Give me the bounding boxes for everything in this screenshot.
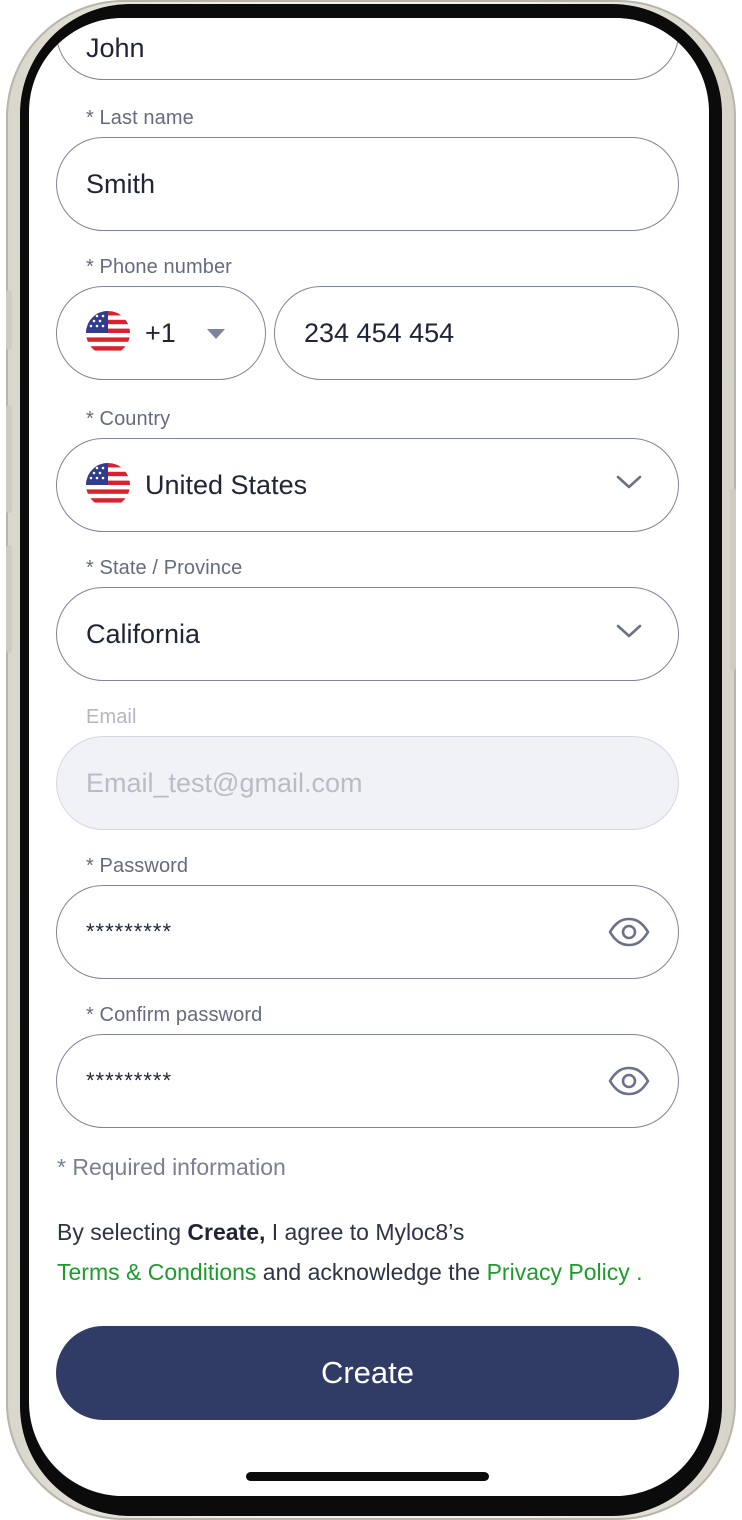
- privacy-policy-link[interactable]: Privacy Policy .: [487, 1259, 643, 1285]
- action-side-button: [6, 290, 12, 350]
- first-name-field[interactable]: John: [56, 18, 679, 80]
- state-label: * State / Province: [86, 557, 243, 579]
- eye-icon[interactable]: [608, 1066, 650, 1096]
- volume-up-button: [6, 405, 12, 513]
- signup-screen: John * Last name Smith * Phone number +1: [29, 18, 709, 1496]
- terms-prefix: By selecting: [57, 1219, 188, 1245]
- country-label: * Country: [86, 408, 171, 430]
- terms-conditions-link[interactable]: Terms & Conditions: [57, 1259, 256, 1285]
- confirm-password-input[interactable]: *********: [56, 1034, 679, 1128]
- country-select[interactable]: United States: [56, 438, 679, 532]
- eye-icon[interactable]: [608, 917, 650, 947]
- caret-down-icon: [207, 329, 225, 339]
- password-input[interactable]: *********: [56, 885, 679, 979]
- country-value: United States: [145, 469, 308, 500]
- terms-and-text: and acknowledge the: [256, 1259, 487, 1285]
- email-value: Email_test@gmail.com: [86, 767, 363, 798]
- us-flag-icon: [86, 311, 130, 355]
- terms-middle: I agree to Myloc8’s: [265, 1219, 465, 1245]
- last-name-value: Smith: [86, 168, 156, 199]
- us-flag-icon: [86, 463, 130, 507]
- last-name-label: * Last name: [86, 107, 194, 129]
- email-label: Email: [86, 706, 137, 728]
- phone-number-value: 234 454 454: [304, 317, 455, 348]
- home-indicator: [246, 1472, 489, 1481]
- confirm-password-label: * Confirm password: [86, 1004, 263, 1026]
- volume-down-button: [6, 545, 12, 653]
- first-name-value: John: [86, 32, 145, 63]
- create-button[interactable]: Create: [56, 1326, 679, 1420]
- country-code-value: +1: [145, 317, 176, 348]
- password-value: *********: [86, 919, 173, 944]
- terms-create-word: Create,: [187, 1219, 266, 1245]
- required-info-note: * Required information: [57, 1154, 286, 1180]
- phone-number-label: * Phone number: [86, 256, 232, 278]
- chevron-down-icon: [616, 624, 642, 638]
- chevron-down-icon: [616, 475, 642, 489]
- phone-number-input[interactable]: 234 454 454: [274, 286, 679, 380]
- power-button: [730, 488, 736, 670]
- state-value: California: [86, 618, 201, 649]
- confirm-password-value: *********: [86, 1068, 173, 1093]
- terms-text: By selecting Create, I agree to Myloc8’s…: [57, 1212, 697, 1292]
- state-select[interactable]: California: [56, 587, 679, 681]
- last-name-field[interactable]: Smith: [56, 137, 679, 231]
- password-label: * Password: [86, 855, 189, 877]
- country-code-select[interactable]: +1: [56, 286, 266, 380]
- email-field: Email_test@gmail.com: [56, 736, 679, 830]
